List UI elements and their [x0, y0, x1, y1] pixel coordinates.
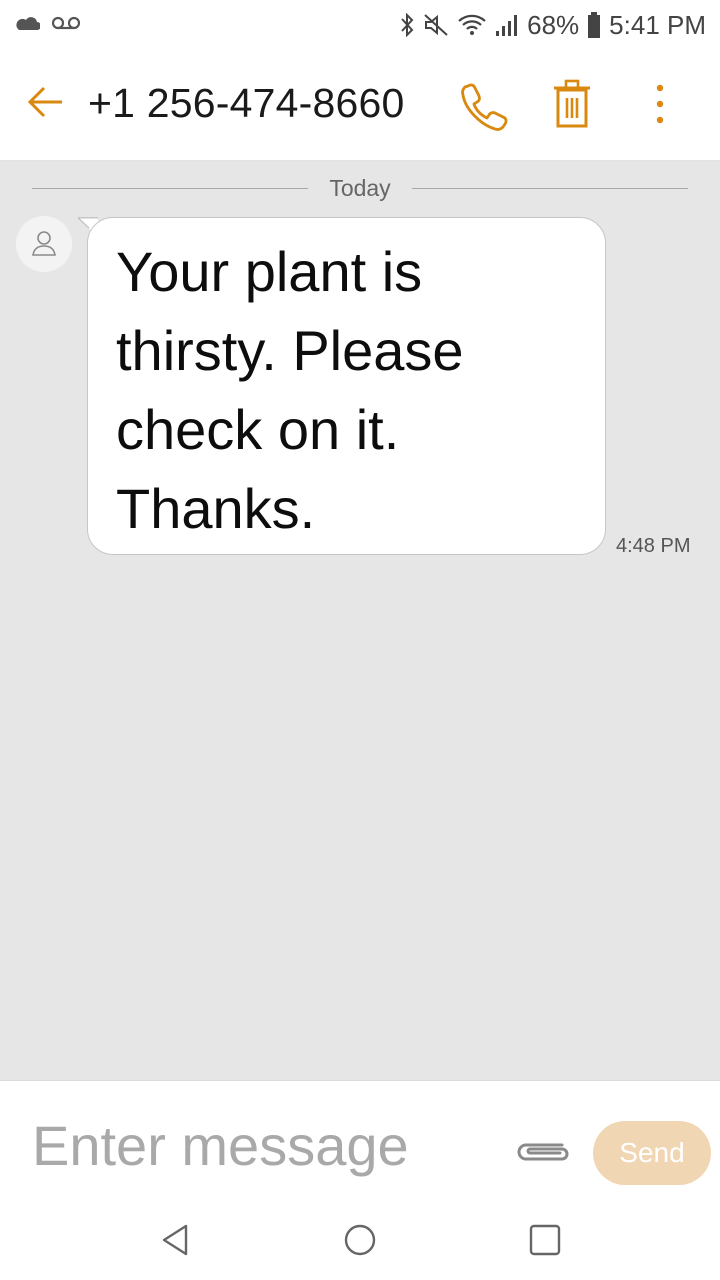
send-button[interactable]: Send	[593, 1121, 711, 1185]
nav-home-icon	[344, 1224, 376, 1256]
message-text: Your plant is thirsty. Please check on i…	[116, 240, 464, 540]
date-label: Today	[329, 175, 391, 201]
status-right: 68% 5:41 PM	[399, 8, 706, 42]
divider-line-right	[412, 188, 688, 189]
back-arrow-icon	[27, 86, 62, 118]
signal-icon	[495, 13, 519, 37]
conversation-header: +1 256-474-8660	[0, 50, 720, 161]
clock: 5:41 PM	[609, 9, 706, 40]
attach-button[interactable]	[512, 1137, 570, 1167]
more-options-button[interactable]	[640, 80, 680, 128]
battery-icon	[587, 12, 601, 38]
wifi-icon	[457, 13, 487, 37]
nav-recents-button[interactable]	[528, 1222, 562, 1258]
nav-back-icon	[162, 1224, 188, 1256]
contact-avatar[interactable]	[16, 216, 72, 272]
cloud-icon	[14, 16, 41, 35]
delete-button[interactable]	[548, 78, 596, 130]
status-left	[14, 12, 81, 38]
message-bubble[interactable]: Your plant is thirsty. Please check on i…	[87, 217, 606, 555]
bluetooth-icon	[399, 13, 415, 37]
status-bar: 68% 5:41 PM	[0, 0, 720, 50]
message-timestamp: 4:48 PM	[616, 535, 691, 557]
message-thread[interactable]: Today Your plant is thirsty. Please chec…	[0, 161, 720, 1080]
divider-line-left	[32, 188, 308, 189]
nav-home-button[interactable]	[342, 1222, 378, 1258]
mute-icon	[423, 13, 449, 37]
contact-title: +1 256-474-8660	[88, 80, 405, 126]
phone-icon	[461, 83, 508, 131]
more-vert-icon	[656, 84, 664, 124]
battery-percent: 68%	[527, 9, 580, 40]
navigation-bar	[0, 1200, 720, 1280]
message-composer: Send	[0, 1080, 720, 1201]
date-divider: Today	[32, 175, 688, 205]
voicemail-icon	[51, 16, 81, 35]
message-input[interactable]	[30, 1109, 494, 1181]
back-button[interactable]	[24, 80, 68, 124]
nav-recents-icon	[529, 1224, 561, 1256]
call-button[interactable]	[456, 78, 512, 134]
paperclip-icon	[517, 1143, 569, 1161]
person-icon	[32, 231, 56, 256]
trash-icon	[554, 79, 590, 128]
nav-back-button[interactable]	[158, 1222, 192, 1258]
